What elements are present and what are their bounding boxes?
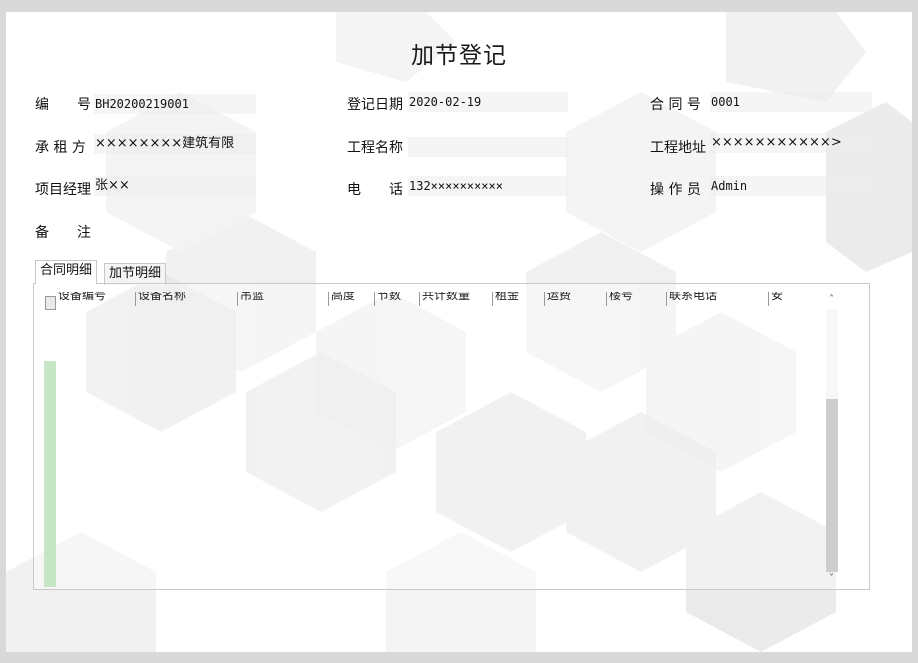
- grid-header: 设备编号 设备名称 吊篮 高度 节数 共计数量 租金 运费 楼号 联系电话 安: [44, 292, 824, 306]
- tab-contract-detail[interactable]: 合同明细: [35, 260, 98, 284]
- project-address-field[interactable]: ×××××××××××>: [710, 133, 872, 153]
- contract-no-label: 合 同 号: [650, 97, 701, 113]
- project-name-label: 工程名称: [347, 140, 403, 156]
- form-window: 加节登记 编 号 BH20200219001 登记日期 2020-02-19 合…: [6, 12, 912, 652]
- column-header[interactable]: 设备编号: [56, 292, 106, 306]
- reg-date-label: 登记日期: [347, 97, 403, 113]
- contract-no-field[interactable]: 0001: [710, 92, 872, 112]
- manager-label: 项目经理: [35, 182, 91, 198]
- row-indicator-bar: [44, 361, 56, 587]
- grid-panel: 设备编号 设备名称 吊篮 高度 节数 共计数量 租金 运费 楼号 联系电话 安 …: [33, 283, 870, 590]
- vertical-scrollbar[interactable]: ˄ ˅: [823, 292, 840, 586]
- manager-field[interactable]: 张××: [94, 176, 256, 196]
- column-header[interactable]: 设备名称: [135, 292, 186, 306]
- remark-field[interactable]: [94, 219, 872, 239]
- scroll-thumb[interactable]: [826, 399, 838, 572]
- column-header[interactable]: 吊篮: [237, 292, 264, 306]
- column-header[interactable]: 租金: [492, 292, 519, 306]
- project-address-label: 工程地址: [650, 140, 706, 156]
- page-title: 加节登记: [411, 43, 507, 69]
- phone-label: 电 话: [347, 182, 403, 198]
- column-header[interactable]: 安: [768, 292, 783, 306]
- project-name-field[interactable]: [408, 137, 568, 157]
- operator-field[interactable]: Admin: [710, 176, 872, 196]
- renter-field[interactable]: ××××××××建筑有限: [94, 134, 256, 154]
- remark-label: 备 注: [35, 225, 91, 241]
- number-field[interactable]: BH20200219001: [94, 94, 256, 114]
- operator-label: 操 作 员: [650, 182, 701, 198]
- renter-label: 承 租 方: [35, 140, 86, 156]
- column-header[interactable]: 楼号: [606, 292, 633, 306]
- column-header[interactable]: 共计数量: [419, 292, 470, 306]
- column-header[interactable]: 节数: [374, 292, 401, 306]
- reg-date-field[interactable]: 2020-02-19: [408, 92, 568, 112]
- row-selector[interactable]: [45, 296, 56, 310]
- chevron-down-icon[interactable]: ˅: [823, 571, 840, 587]
- column-header[interactable]: 联系电话: [666, 292, 717, 306]
- column-header[interactable]: 高度: [328, 292, 355, 306]
- tab-section-detail[interactable]: 加节明细: [104, 263, 167, 285]
- chevron-up-icon[interactable]: ˄: [823, 292, 840, 308]
- phone-field[interactable]: 132××××××××××: [408, 176, 568, 196]
- column-header[interactable]: 运费: [544, 292, 571, 306]
- number-label: 编 号: [35, 97, 91, 113]
